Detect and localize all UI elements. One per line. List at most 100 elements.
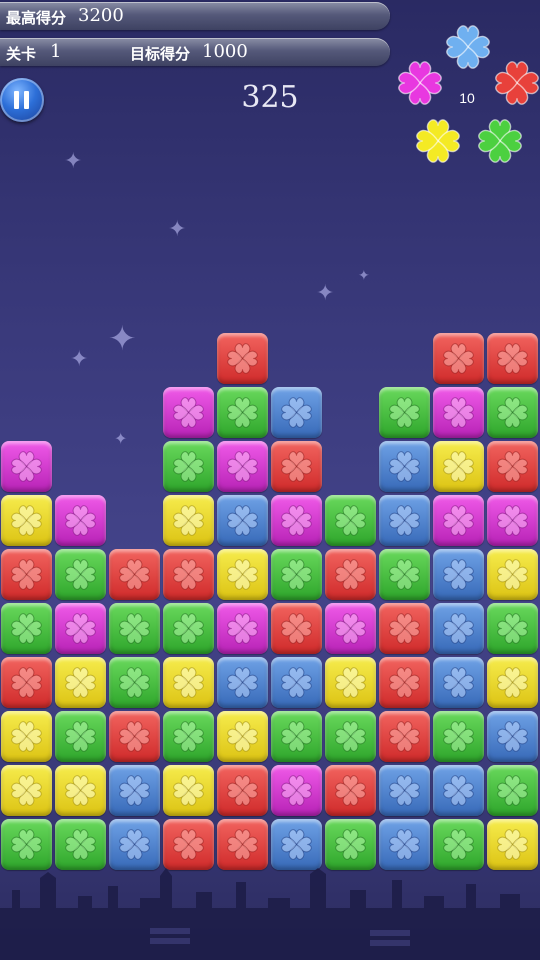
- tile-yellow[interactable]: [487, 549, 538, 600]
- tile-purple[interactable]: [433, 495, 484, 546]
- tile-purple[interactable]: [325, 603, 376, 654]
- tile-blue[interactable]: [433, 603, 484, 654]
- tile-green[interactable]: [163, 711, 214, 762]
- clover-icon: [11, 829, 42, 860]
- tile-yellow[interactable]: [487, 657, 538, 708]
- tile-green[interactable]: [1, 819, 52, 870]
- tile-green[interactable]: [163, 603, 214, 654]
- tile-blue[interactable]: [109, 765, 160, 816]
- tile-blue[interactable]: [379, 441, 430, 492]
- clover-icon: [443, 667, 474, 698]
- tile-green[interactable]: [325, 819, 376, 870]
- tile-blue[interactable]: [271, 387, 322, 438]
- tile-green[interactable]: [379, 387, 430, 438]
- tile-purple[interactable]: [271, 765, 322, 816]
- tile-green[interactable]: [55, 549, 106, 600]
- clover-icon: [281, 451, 312, 482]
- clover-icon: [497, 559, 528, 590]
- tile-yellow[interactable]: [55, 657, 106, 708]
- tile-blue[interactable]: [217, 657, 268, 708]
- tile-green[interactable]: [271, 549, 322, 600]
- tile-blue[interactable]: [433, 657, 484, 708]
- tile-red[interactable]: [379, 711, 430, 762]
- tile-green[interactable]: [109, 603, 160, 654]
- tile-green[interactable]: [487, 603, 538, 654]
- tile-yellow[interactable]: [325, 657, 376, 708]
- clover-icon: [281, 721, 312, 752]
- tile-blue[interactable]: [109, 819, 160, 870]
- tile-green[interactable]: [163, 441, 214, 492]
- clover-icon: [227, 667, 258, 698]
- tile-green[interactable]: [1, 603, 52, 654]
- tile-purple[interactable]: [55, 603, 106, 654]
- tile-green[interactable]: [433, 711, 484, 762]
- tile-blue[interactable]: [379, 819, 430, 870]
- tile-purple[interactable]: [1, 441, 52, 492]
- tile-green[interactable]: [217, 387, 268, 438]
- tile-red[interactable]: [1, 657, 52, 708]
- tile-yellow[interactable]: [163, 657, 214, 708]
- tile-yellow[interactable]: [1, 765, 52, 816]
- tile-red[interactable]: [217, 333, 268, 384]
- tile-yellow[interactable]: [163, 495, 214, 546]
- clover-icon: [119, 775, 150, 806]
- tile-green[interactable]: [55, 819, 106, 870]
- tile-green[interactable]: [325, 495, 376, 546]
- tile-purple[interactable]: [217, 441, 268, 492]
- tile-green[interactable]: [433, 819, 484, 870]
- clover-icon: [389, 613, 420, 644]
- tile-green[interactable]: [325, 711, 376, 762]
- tile-red[interactable]: [325, 765, 376, 816]
- tile-blue[interactable]: [433, 765, 484, 816]
- tile-yellow[interactable]: [55, 765, 106, 816]
- tile-red[interactable]: [379, 657, 430, 708]
- tile-yellow[interactable]: [433, 441, 484, 492]
- tile-blue[interactable]: [379, 765, 430, 816]
- tile-green[interactable]: [487, 387, 538, 438]
- clover-icon: [443, 451, 474, 482]
- tile-red[interactable]: [487, 441, 538, 492]
- clover-green-icon: [475, 116, 525, 166]
- tile-purple[interactable]: [217, 603, 268, 654]
- tile-red[interactable]: [487, 333, 538, 384]
- tile-green[interactable]: [55, 711, 106, 762]
- tile-red[interactable]: [163, 819, 214, 870]
- tile-yellow[interactable]: [217, 549, 268, 600]
- tile-green[interactable]: [379, 549, 430, 600]
- tile-red[interactable]: [433, 333, 484, 384]
- tile-red[interactable]: [271, 603, 322, 654]
- tile-blue[interactable]: [271, 657, 322, 708]
- pause-button[interactable]: [0, 78, 44, 122]
- tile-green[interactable]: [271, 711, 322, 762]
- tile-blue[interactable]: [433, 549, 484, 600]
- clover-bonus-count: 10: [459, 90, 475, 106]
- tile-yellow[interactable]: [487, 819, 538, 870]
- tile-purple[interactable]: [433, 387, 484, 438]
- tile-red[interactable]: [1, 549, 52, 600]
- tile-purple[interactable]: [163, 387, 214, 438]
- clover-icon: [119, 721, 150, 752]
- tile-yellow[interactable]: [1, 495, 52, 546]
- tile-green[interactable]: [487, 765, 538, 816]
- tile-red[interactable]: [271, 441, 322, 492]
- tile-yellow[interactable]: [217, 711, 268, 762]
- tile-red[interactable]: [109, 711, 160, 762]
- tile-red[interactable]: [163, 549, 214, 600]
- game-board[interactable]: [0, 332, 540, 872]
- tile-purple[interactable]: [487, 495, 538, 546]
- tile-blue[interactable]: [487, 711, 538, 762]
- tile-red[interactable]: [379, 603, 430, 654]
- tile-yellow[interactable]: [1, 711, 52, 762]
- tile-purple[interactable]: [271, 495, 322, 546]
- tile-green[interactable]: [109, 657, 160, 708]
- tile-blue[interactable]: [379, 495, 430, 546]
- tile-red[interactable]: [217, 765, 268, 816]
- tile-blue[interactable]: [271, 819, 322, 870]
- tile-red[interactable]: [325, 549, 376, 600]
- tile-purple[interactable]: [55, 495, 106, 546]
- tile-yellow[interactable]: [163, 765, 214, 816]
- clover-icon: [173, 829, 204, 860]
- tile-red[interactable]: [217, 819, 268, 870]
- tile-blue[interactable]: [217, 495, 268, 546]
- tile-red[interactable]: [109, 549, 160, 600]
